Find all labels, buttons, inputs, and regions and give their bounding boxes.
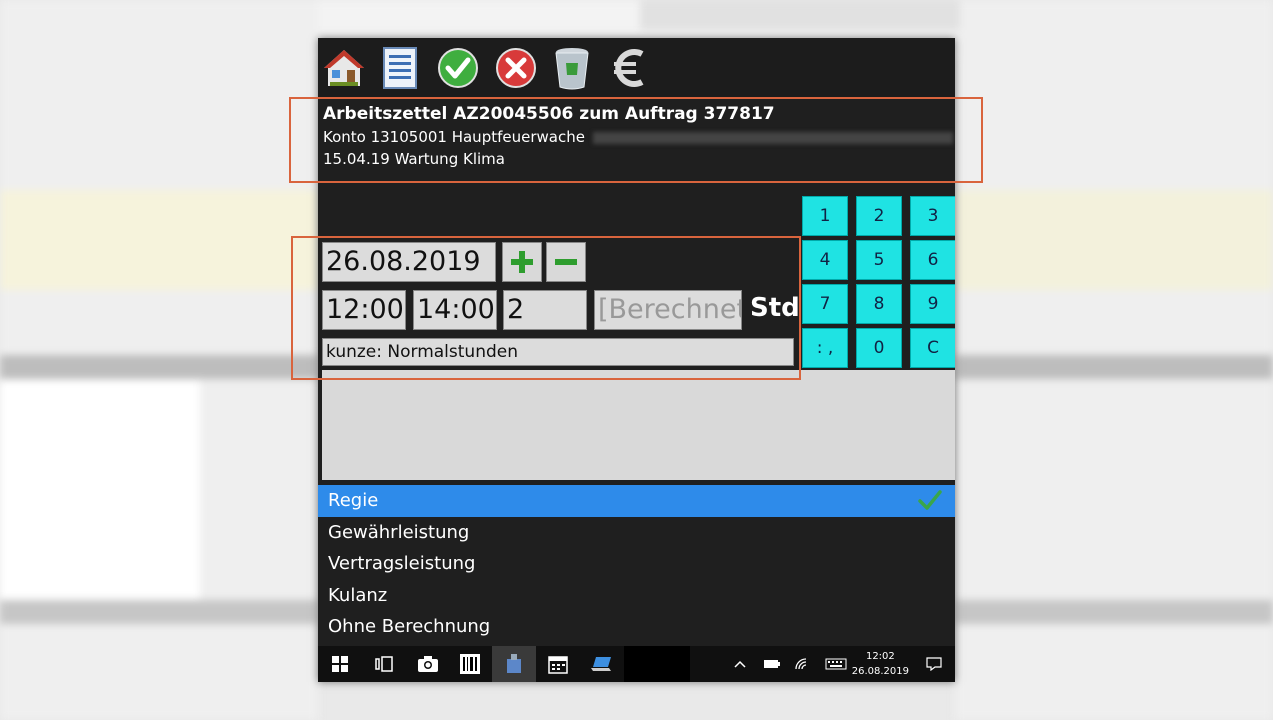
wage-type-field[interactable]: kunze: Normalstunden <box>322 338 794 366</box>
keyboard-button[interactable] <box>818 646 854 682</box>
billing-option-label: Gewährleistung <box>328 521 470 543</box>
keypad-key-clear[interactable]: C <box>910 328 955 368</box>
plus-icon <box>511 251 533 273</box>
euro-button[interactable] <box>606 44 654 92</box>
keypad-key-separator[interactable]: : , <box>802 328 848 368</box>
task-view-icon <box>375 656 393 672</box>
app-icon <box>507 654 521 673</box>
euro-icon <box>614 49 644 87</box>
minus-icon <box>555 259 577 265</box>
show-hidden-icons-button[interactable] <box>722 646 758 682</box>
billing-option-label: Regie <box>328 490 379 511</box>
redacted-text <box>592 131 953 144</box>
keypad-key-4[interactable]: 4 <box>802 240 848 280</box>
decrement-button[interactable] <box>546 242 586 282</box>
keypad-key-7[interactable]: 7 <box>802 284 848 324</box>
accept-icon <box>438 48 478 88</box>
list-icon <box>383 47 417 89</box>
home-button[interactable] <box>320 44 368 92</box>
billing-option[interactable]: Regie <box>318 485 955 517</box>
notifications-button[interactable] <box>916 646 952 682</box>
cancel-button[interactable] <box>492 44 540 92</box>
start-time-field[interactable]: 12:00 <box>322 290 406 330</box>
accept-button[interactable] <box>434 44 482 92</box>
camera-button[interactable] <box>406 646 450 682</box>
task-view-button[interactable] <box>362 646 406 682</box>
date-field[interactable]: 26.08.2019 <box>322 242 496 282</box>
trash-icon <box>555 48 589 90</box>
windows-icon <box>332 656 348 672</box>
unit-label: Std <box>750 293 800 323</box>
keypad-key-2[interactable]: 2 <box>856 196 902 236</box>
keypad-key-5[interactable]: 5 <box>856 240 902 280</box>
keyboard-icon <box>825 658 847 670</box>
billing-option-label: Kulanz <box>328 584 388 606</box>
calendar-button[interactable] <box>536 646 580 682</box>
wifi-icon <box>795 658 807 670</box>
checkmark-icon <box>918 490 942 510</box>
billing-option-label: Ohne Berechnung <box>328 616 491 638</box>
billing-option[interactable]: Gewährleistung <box>318 517 955 549</box>
billing-options-list: Regie Gewährleistung Vertragsleistung Kulan… <box>318 485 955 643</box>
battery-icon <box>764 660 780 668</box>
billing-option-label: Vertragsleistung <box>328 553 476 575</box>
clock-date: 26.08.2019 <box>851 666 909 677</box>
clock-time: 12:02 <box>865 651 895 662</box>
barcode-button[interactable] <box>448 646 492 682</box>
wifi-button[interactable] <box>784 646 820 682</box>
calculated-field[interactable]: [Berechnet] <box>594 290 742 330</box>
taskbar-blank <box>624 646 690 682</box>
billing-option[interactable]: Vertragsleistung <box>318 548 955 580</box>
trash-button[interactable] <box>548 44 596 92</box>
keypad-key-0[interactable]: 0 <box>856 328 902 368</box>
chevron-up-icon <box>734 660 746 668</box>
barcode-icon <box>460 654 480 674</box>
account-line: Konto 13105001 Hauptfeuerwache <box>323 128 953 146</box>
order-subtitle: 15.04.19 Wartung Klima <box>323 150 505 168</box>
toolbar <box>318 38 955 98</box>
billing-option[interactable]: Ohne Berechnung <box>318 611 955 643</box>
duration-field[interactable]: 2 <box>503 290 587 330</box>
end-time-field[interactable]: 14:00 <box>413 290 497 330</box>
keypad-key-9[interactable]: 9 <box>910 284 955 324</box>
billing-option[interactable]: Kulanz <box>318 580 955 612</box>
notes-area[interactable] <box>322 370 955 480</box>
home-icon <box>324 50 364 86</box>
keypad-key-1[interactable]: 1 <box>802 196 848 236</box>
list-button[interactable] <box>376 44 424 92</box>
taskbar: 12:02 26.08.2019 <box>318 646 955 682</box>
keypad-key-3[interactable]: 3 <box>910 196 955 236</box>
cancel-icon <box>496 48 536 88</box>
system-clock[interactable]: 12:02 26.08.2019 <box>852 649 909 679</box>
active-app-button[interactable] <box>492 646 536 682</box>
calendar-icon <box>548 656 568 674</box>
keypad-key-6[interactable]: 6 <box>910 240 955 280</box>
account-text: Konto 13105001 Hauptfeuerwache <box>323 128 585 146</box>
camera-icon <box>418 656 438 672</box>
order-header: Arbeitszettel AZ20045506 zum Auftrag 377… <box>318 100 955 176</box>
increment-button[interactable] <box>502 242 542 282</box>
laptop-icon <box>591 657 611 671</box>
start-button[interactable] <box>318 646 362 682</box>
order-title: Arbeitszettel AZ20045506 zum Auftrag 377… <box>323 104 775 124</box>
notification-icon <box>926 657 942 671</box>
laptop-button[interactable] <box>580 646 624 682</box>
keypad-key-8[interactable]: 8 <box>856 284 902 324</box>
app-window: Arbeitszettel AZ20045506 zum Auftrag 377… <box>318 38 955 682</box>
